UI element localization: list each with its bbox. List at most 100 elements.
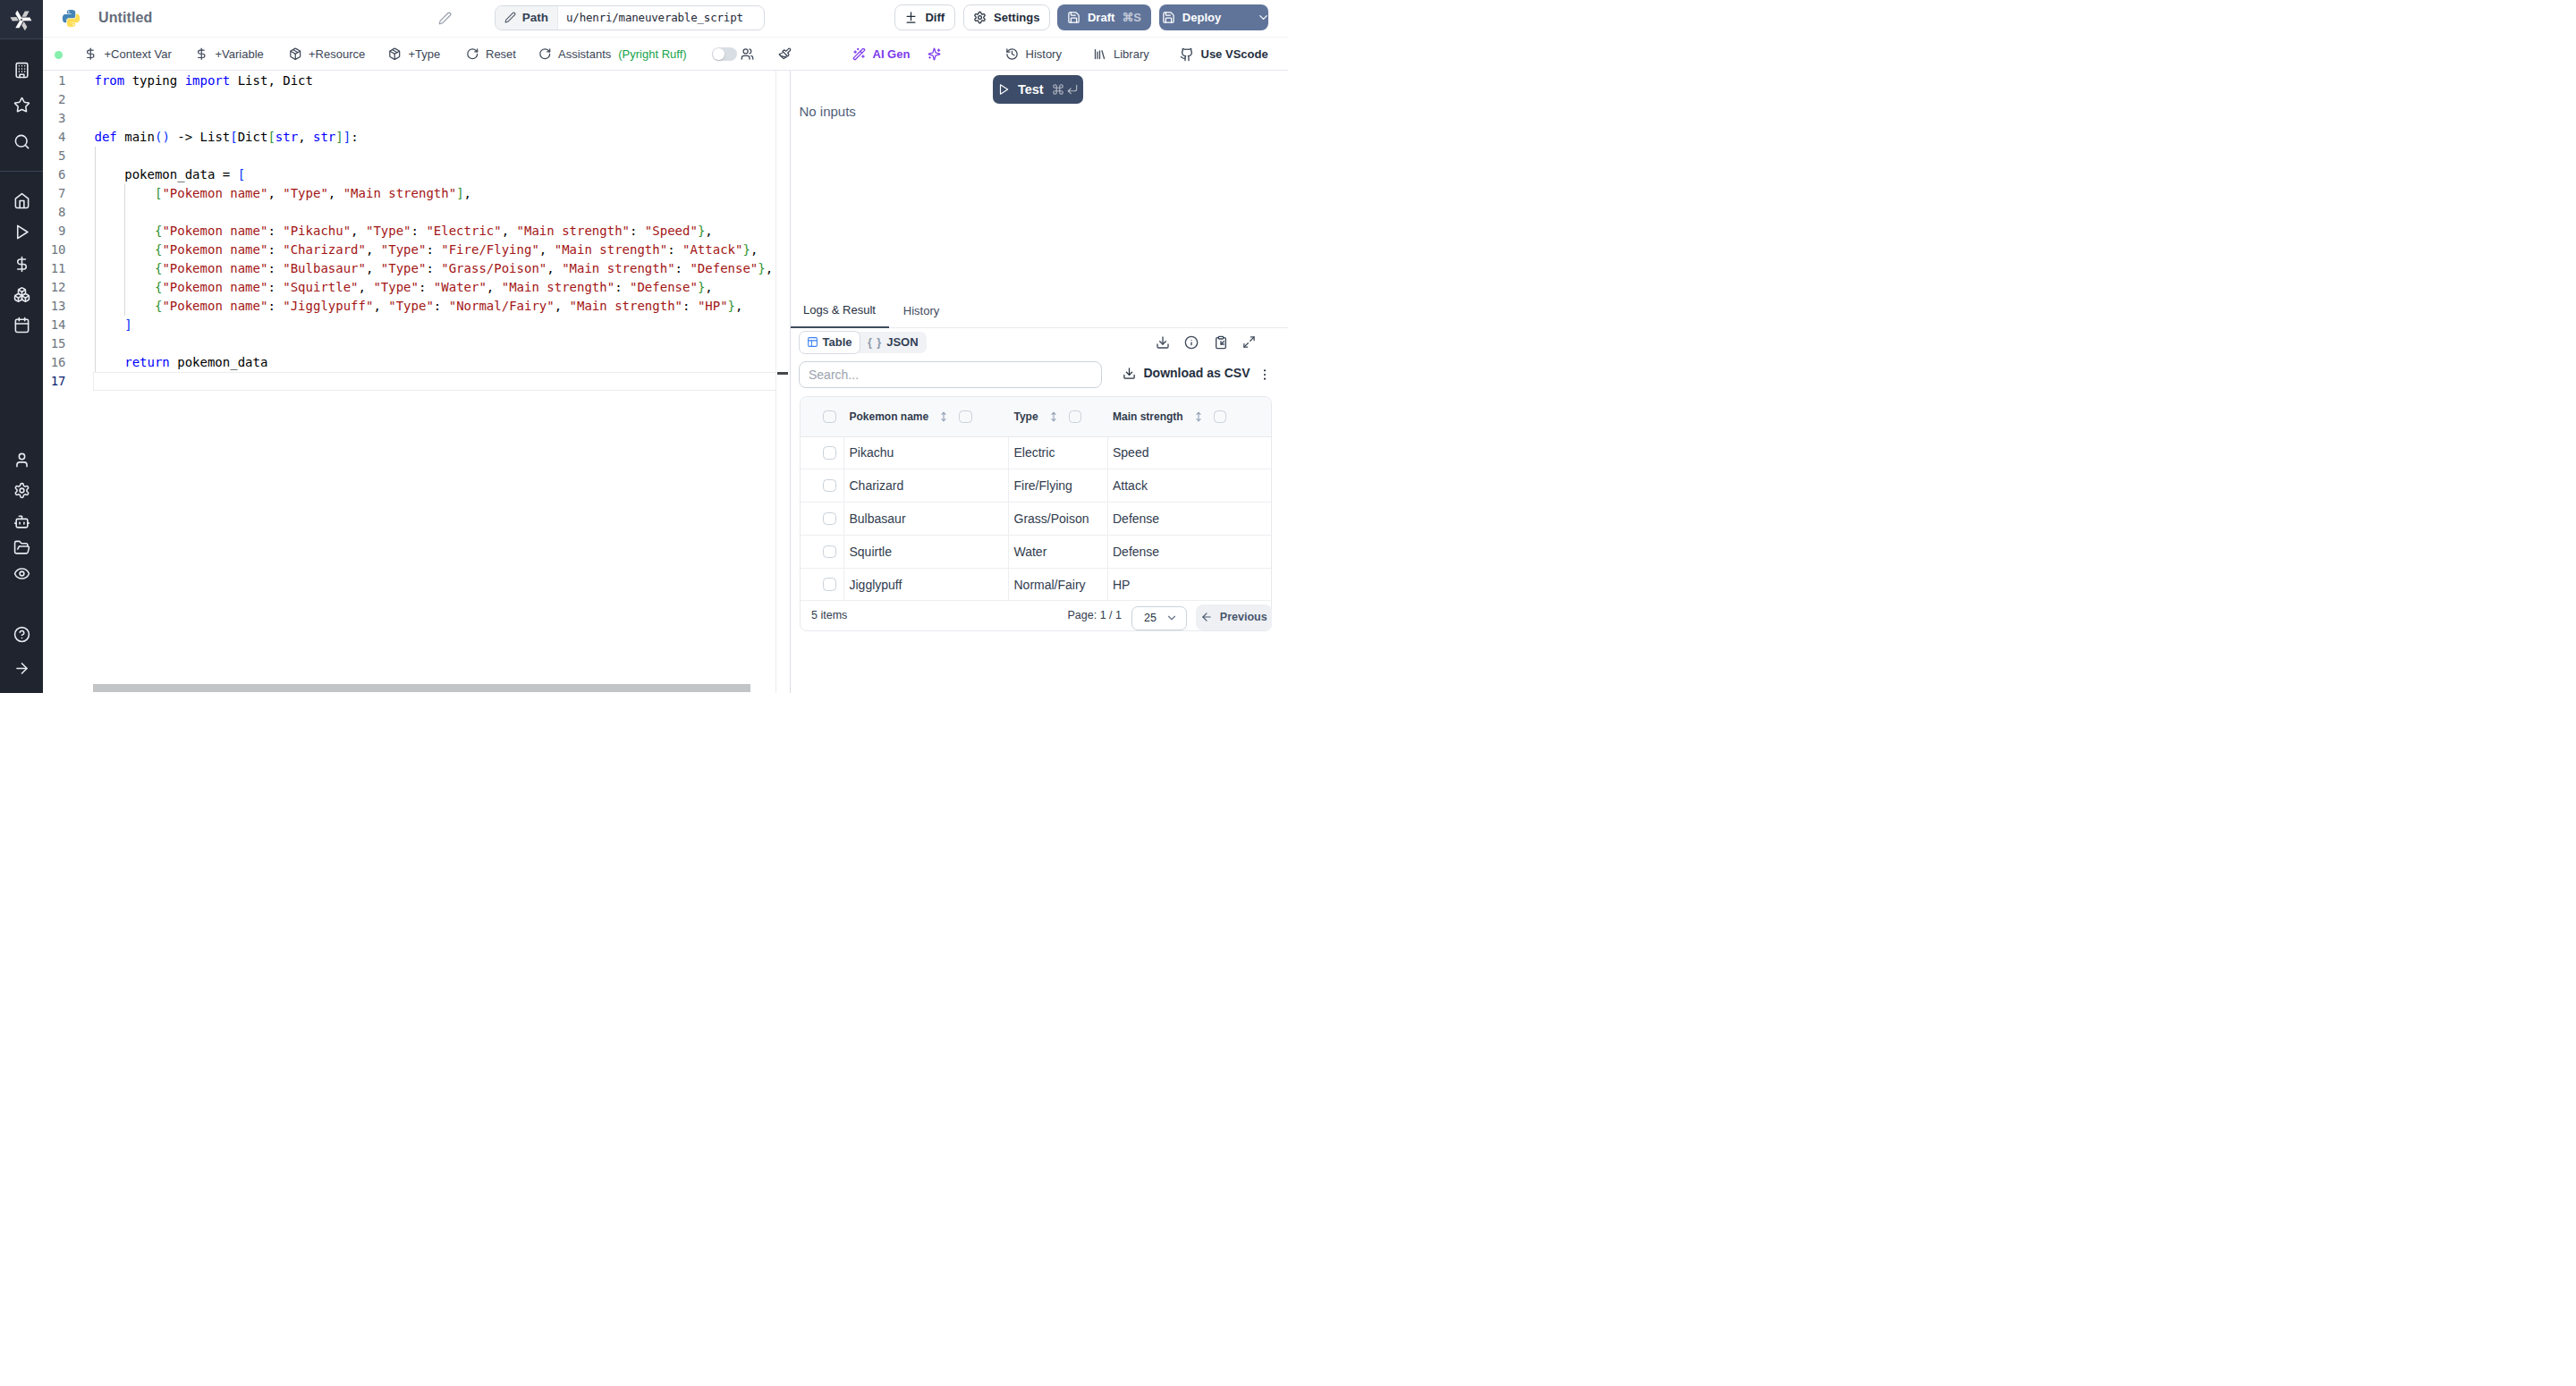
- sidebar-item-variables[interactable]: [0, 249, 43, 280]
- view-table-button[interactable]: Table: [799, 331, 860, 354]
- toolbar-reset-button[interactable]: Reset: [466, 38, 516, 71]
- tab-logs-result[interactable]: Logs & Result: [791, 294, 889, 328]
- sort-icon[interactable]: [937, 410, 950, 423]
- multiplayer-toggle[interactable]: [712, 47, 737, 62]
- table-row-3[interactable]: BulbasaurGrass/PoisonDefense: [801, 503, 1271, 536]
- sidebar-item-expand[interactable]: [0, 653, 43, 683]
- folder-icon: [13, 539, 30, 556]
- horizontal-scrollbar[interactable]: [93, 684, 750, 692]
- toolbar-assistants-button[interactable]: Assistants(Pyright Ruff): [538, 38, 687, 71]
- sidebar-item-settings[interactable]: [0, 476, 43, 506]
- column-toggle-checkbox[interactable]: [959, 410, 972, 424]
- sidebar-item-audit-logs[interactable]: [0, 558, 43, 588]
- select-all-checkbox[interactable]: [823, 410, 836, 424]
- sidebar-item-search[interactable]: [0, 126, 43, 156]
- arrow-left-icon: [1200, 611, 1213, 623]
- sparkles-icon: [928, 47, 941, 61]
- info-icon[interactable]: [1184, 335, 1199, 350]
- bot-icon: [13, 513, 30, 530]
- github-icon: [1180, 47, 1194, 62]
- line-number: 8: [43, 203, 66, 222]
- expand-icon[interactable]: [1242, 335, 1256, 350]
- code-editor[interactable]: 1234567891011121314151617 from typing im…: [43, 71, 790, 693]
- search-icon: [13, 133, 30, 150]
- pencil-icon: [438, 12, 452, 25]
- result-actions: [1156, 335, 1257, 350]
- toolbar-variable-button[interactable]: +Variable: [195, 38, 264, 71]
- search-input[interactable]: Search...: [799, 361, 1102, 388]
- draft-button[interactable]: Draft ⌘S: [1057, 4, 1151, 30]
- row-checkbox[interactable]: [823, 512, 836, 526]
- indent-guide: [124, 184, 125, 316]
- code-line-10: {"Pokemon name": "Charizard", "Type": "F…: [95, 241, 758, 259]
- row-checkbox[interactable]: [823, 545, 836, 559]
- edit-title-icon[interactable]: [438, 12, 452, 25]
- result-table: Pokemon name Type Main strength PikachuE…: [800, 396, 1272, 632]
- toolbar-type-button[interactable]: +Type: [388, 38, 440, 71]
- sort-icon[interactable]: [1192, 410, 1205, 423]
- table-row-2[interactable]: CharizardFire/FlyingAttack: [801, 469, 1271, 503]
- diff-button[interactable]: Diff: [894, 4, 955, 30]
- page-size-select[interactable]: 25: [1131, 606, 1187, 630]
- indent-guide: [95, 147, 96, 372]
- row-checkbox[interactable]: [823, 446, 836, 460]
- code-line-16: return pokemon_data: [95, 353, 268, 372]
- kebab-menu-icon[interactable]: [1258, 368, 1272, 382]
- sidebar-item-runs[interactable]: [0, 217, 43, 248]
- download-csv-label: Download as CSV: [1144, 366, 1250, 380]
- download-result-icon[interactable]: [1156, 335, 1170, 350]
- enter-icon: [1066, 83, 1079, 96]
- chevron-down-icon[interactable]: [1248, 11, 1279, 24]
- brush-icon: [778, 47, 792, 61]
- table-row-5[interactable]: JigglypuffNormal/FairyHP: [801, 569, 1271, 602]
- table-row-4[interactable]: SquirtleWaterDefense: [801, 536, 1271, 569]
- diff-icon: [904, 11, 918, 24]
- table-row-1[interactable]: PikachuElectricSpeed: [801, 437, 1271, 470]
- copy-clipboard-icon[interactable]: [1214, 335, 1228, 350]
- previous-page-button[interactable]: Previous: [1196, 604, 1273, 630]
- path-chip[interactable]: Path u/henri/maneuverable_script: [495, 5, 765, 30]
- python-logo: [61, 8, 81, 29]
- tab-history[interactable]: History: [887, 294, 956, 328]
- row-checkbox[interactable]: [823, 578, 836, 591]
- column-separator: [843, 437, 844, 601]
- sidebar-item-resources[interactable]: [0, 279, 43, 309]
- sidebar-item-help[interactable]: [0, 619, 43, 649]
- row-checkbox[interactable]: [823, 479, 836, 493]
- table-icon: [807, 336, 818, 348]
- multiplayer-toggle-wrap[interactable]: [712, 38, 737, 71]
- toolbar-resource-button[interactable]: +Resource: [289, 38, 366, 71]
- page-title: Untitled: [98, 10, 152, 26]
- sidebar-item-favorites[interactable]: [0, 90, 43, 121]
- settings-button[interactable]: Settings: [963, 4, 1050, 30]
- use-vscode-button[interactable]: Use VScode: [1180, 38, 1268, 71]
- line-number: 15: [43, 334, 66, 353]
- windmill-logo[interactable]: [0, 0, 43, 39]
- format-code-button[interactable]: [778, 38, 792, 71]
- ai-sparkles-button[interactable]: [928, 38, 941, 71]
- path-input[interactable]: u/henri/maneuverable_script: [558, 6, 764, 30]
- sidebar-item-users[interactable]: [0, 445, 43, 476]
- multiplayer-users-icon[interactable]: [741, 38, 754, 71]
- cell-value: Pikachu: [850, 445, 894, 460]
- column-toggle-checkbox[interactable]: [1214, 410, 1227, 424]
- test-button[interactable]: Test: [993, 75, 1084, 104]
- toolbar-context-var-button[interactable]: +Context Var: [84, 38, 172, 71]
- sidebar-item-home[interactable]: [0, 186, 43, 216]
- ai-gen-button[interactable]: AI Gen: [852, 38, 911, 71]
- package-icon: [388, 47, 402, 61]
- draft-label: Draft: [1088, 11, 1114, 24]
- line-number: 6: [43, 165, 66, 184]
- sidebar-item-workspace[interactable]: [0, 55, 43, 86]
- search-row: Search... Download as CSV: [791, 361, 1289, 395]
- deploy-button[interactable]: Deploy: [1159, 4, 1268, 30]
- column-toggle-checkbox[interactable]: [1069, 410, 1082, 424]
- view-json-button[interactable]: { } JSON: [860, 332, 927, 354]
- sidebar-item-schedules[interactable]: [0, 309, 43, 340]
- download-csv-button[interactable]: Download as CSV: [1123, 366, 1250, 380]
- cell-value: Defense: [1113, 511, 1159, 526]
- sort-icon[interactable]: [1047, 410, 1060, 423]
- library-button[interactable]: Library: [1093, 38, 1149, 71]
- page-label: Page: 1 / 1: [1068, 609, 1122, 621]
- history-button[interactable]: History: [1005, 38, 1062, 71]
